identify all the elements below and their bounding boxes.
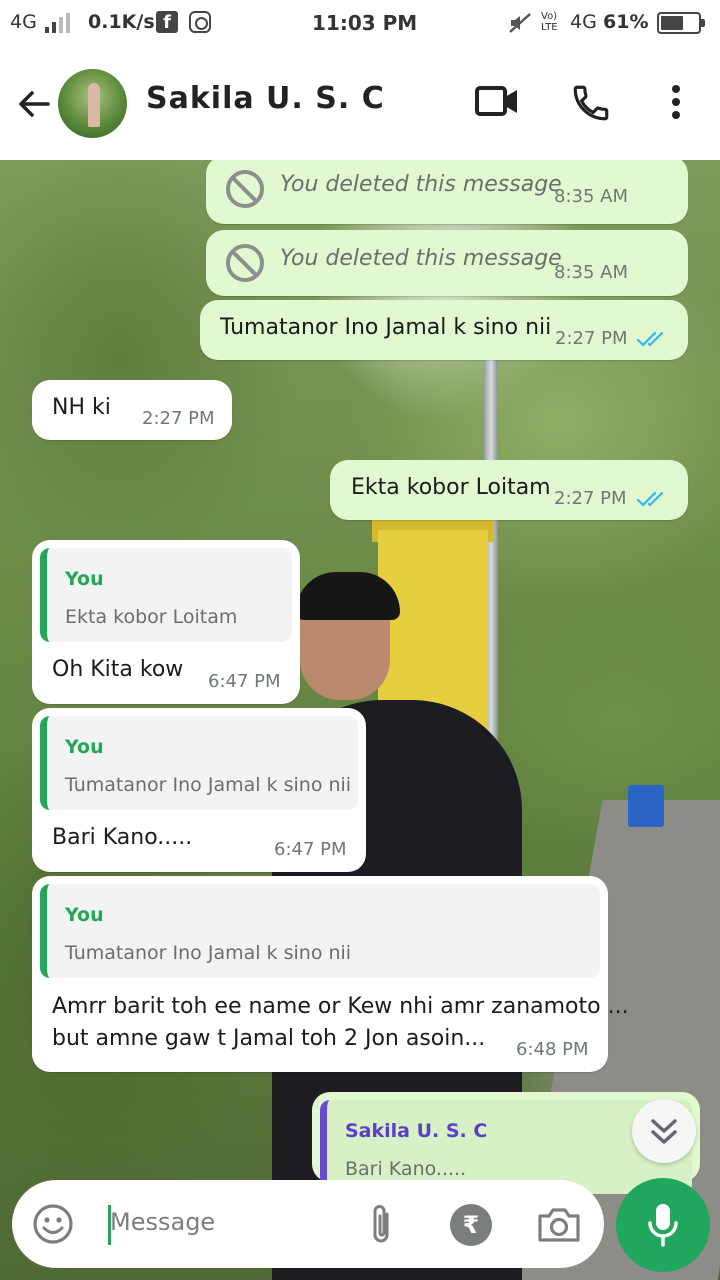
- quoted-sender: You: [65, 568, 104, 590]
- emoji-icon[interactable]: [32, 1203, 74, 1245]
- camera-icon[interactable]: [536, 1204, 582, 1244]
- message-time: 6:48 PM: [516, 1039, 589, 1060]
- mic-icon: [648, 1204, 678, 1247]
- paperclip-icon[interactable]: [366, 1202, 396, 1248]
- status-bar: 4G 0.1K/s f 11:03 PM Vo) LTE 4G 61%: [0, 0, 720, 48]
- video-call-icon[interactable]: [474, 82, 520, 122]
- message-time: 2:27 PM: [555, 328, 628, 349]
- message-time: 2:27 PM: [142, 408, 215, 429]
- arrow-left-icon[interactable]: [14, 84, 54, 124]
- message-text: Ekta kobor Loitam: [351, 475, 551, 500]
- battery-percent: 61%: [603, 11, 649, 33]
- quoted-sender: You: [65, 904, 104, 926]
- message-bubble[interactable]: You Ekta kobor Loitam Oh Kita kow 6:47 P…: [32, 540, 300, 704]
- message-text: You deleted this message: [280, 246, 562, 271]
- avatar[interactable]: [58, 69, 127, 138]
- chat-header: Sakila U. S. C: [0, 48, 720, 160]
- message-bubble[interactable]: You Tumatanor Ino Jamal k sino nii Bari …: [32, 708, 366, 872]
- quoted-message[interactable]: You Tumatanor Ino Jamal k sino nii: [40, 716, 358, 810]
- message-time: 8:35 AM: [554, 186, 628, 207]
- quoted-sender: You: [65, 736, 104, 758]
- message-text: NH ki: [52, 395, 111, 420]
- phone-icon[interactable]: [570, 82, 612, 124]
- message-text: You deleted this message: [280, 172, 562, 197]
- contact-name[interactable]: Sakila U. S. C: [146, 81, 385, 116]
- status-time: 11:03 PM: [312, 11, 418, 35]
- quoted-text: Bari Kano.....: [345, 1158, 467, 1180]
- message-bubble[interactable]: You deleted this message 8:35 AM: [206, 230, 688, 296]
- quoted-text: Tumatanor Ino Jamal k sino nii: [65, 942, 352, 964]
- network-type-left: 4G: [10, 11, 37, 33]
- read-receipt-icon: [636, 491, 664, 507]
- message-composer[interactable]: Message ₹: [12, 1180, 604, 1268]
- message-text-line: Amrr barit toh ee name or Kew nhi amr za…: [52, 994, 629, 1019]
- message-text-line: but amne gaw t Jamal toh 2 Jon asoin...: [52, 1026, 486, 1051]
- message-bubble[interactable]: Ekta kobor Loitam 2:27 PM: [330, 460, 688, 520]
- quoted-sender: Sakila U. S. C: [345, 1120, 488, 1142]
- voice-record-button[interactable]: [616, 1178, 710, 1272]
- message-text: Bari Kano.....: [52, 825, 193, 850]
- message-text: Oh Kita kow: [52, 657, 184, 682]
- message-time: 2:27 PM: [554, 488, 627, 509]
- facebook-icon: f: [156, 11, 178, 33]
- mute-icon: [509, 13, 531, 33]
- deleted-icon: [226, 244, 264, 282]
- message-bubble[interactable]: You Tumatanor Ino Jamal k sino nii Amrr …: [32, 876, 629, 1072]
- battery-icon: [657, 12, 705, 34]
- instagram-icon: [189, 11, 211, 33]
- signal-strength-icon: [45, 13, 73, 33]
- quoted-message[interactable]: You Tumatanor Ino Jamal k sino nii: [40, 884, 600, 978]
- chat-area[interactable]: You deleted this message 8:35 AM You del…: [0, 160, 720, 1280]
- volte-indicator: Vo) LTE: [541, 11, 558, 33]
- read-receipt-icon: [636, 331, 664, 347]
- battery-level: [661, 16, 683, 30]
- message-time: 8:35 AM: [554, 262, 628, 283]
- message-time: 6:47 PM: [274, 839, 347, 860]
- quoted-message[interactable]: You Ekta kobor Loitam: [40, 548, 292, 642]
- message-input[interactable]: Message: [110, 1208, 215, 1236]
- network-type-right: 4G: [570, 11, 597, 33]
- quoted-text: Ekta kobor Loitam: [65, 606, 238, 628]
- deleted-icon: [226, 170, 264, 208]
- message-time: 6:47 PM: [208, 671, 281, 692]
- chevron-double-down-icon: [651, 1119, 677, 1144]
- scroll-to-bottom-button[interactable]: [632, 1099, 696, 1163]
- message-bubble[interactable]: NH ki 2:27 PM: [32, 380, 232, 440]
- more-vert-icon[interactable]: [664, 82, 688, 122]
- network-speed: 0.1K/s: [88, 11, 155, 33]
- message-bubble[interactable]: Tumatanor Ino Jamal k sino nii 2:27 PM: [200, 300, 688, 360]
- message-text: Tumatanor Ino Jamal k sino nii: [220, 315, 552, 340]
- message-bubble[interactable]: You deleted this message 8:35 AM: [206, 160, 688, 224]
- quoted-text: Tumatanor Ino Jamal k sino nii: [65, 774, 352, 796]
- rupee-icon[interactable]: ₹: [450, 1204, 492, 1246]
